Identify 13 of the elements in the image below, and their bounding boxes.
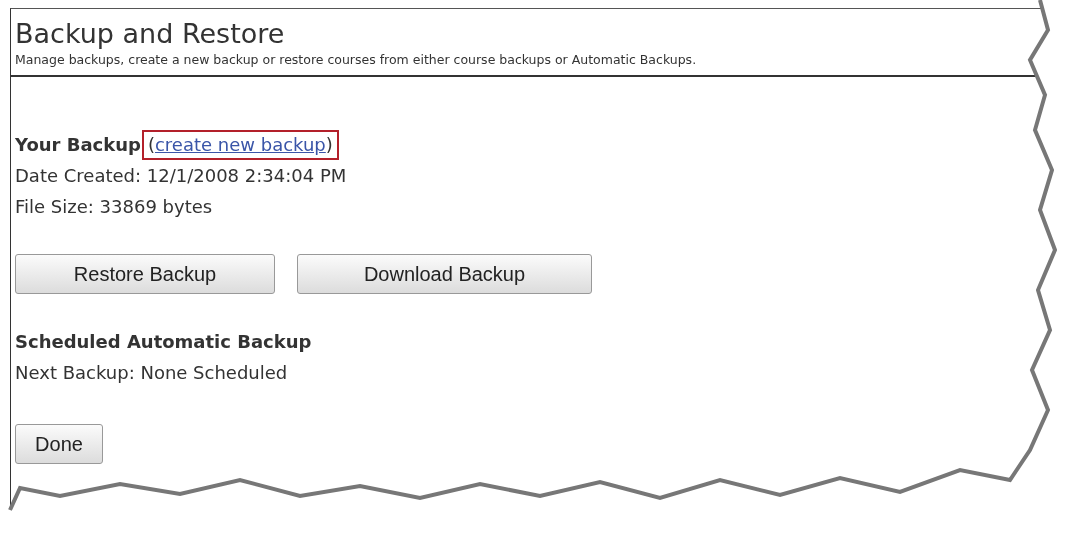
page-title: Backup and Restore [15,17,286,51]
next-backup-text: Next Backup: None Scheduled [15,361,289,385]
section-heading: Scheduled Automatic Backup [15,331,312,352]
section-heading: Your Backup [15,133,141,157]
restore-button[interactable]: Restore Backup [15,254,275,294]
done-button[interactable]: Done [15,424,103,464]
parenthesis: ) [325,132,333,157]
file-size-text: File Size: 33869 bytes [15,195,214,219]
create-backup-link[interactable]: create new backup [154,131,326,158]
date-created-text: Date Created: 12/1/2008 2:34:04 PM [15,164,348,188]
download-button[interactable]: Download Backup [297,254,592,294]
parenthesis: ( [147,132,155,157]
page-description: Manage backups, create a new backup or restore courses from either course backups or Automatic Backups. [15,51,698,69]
